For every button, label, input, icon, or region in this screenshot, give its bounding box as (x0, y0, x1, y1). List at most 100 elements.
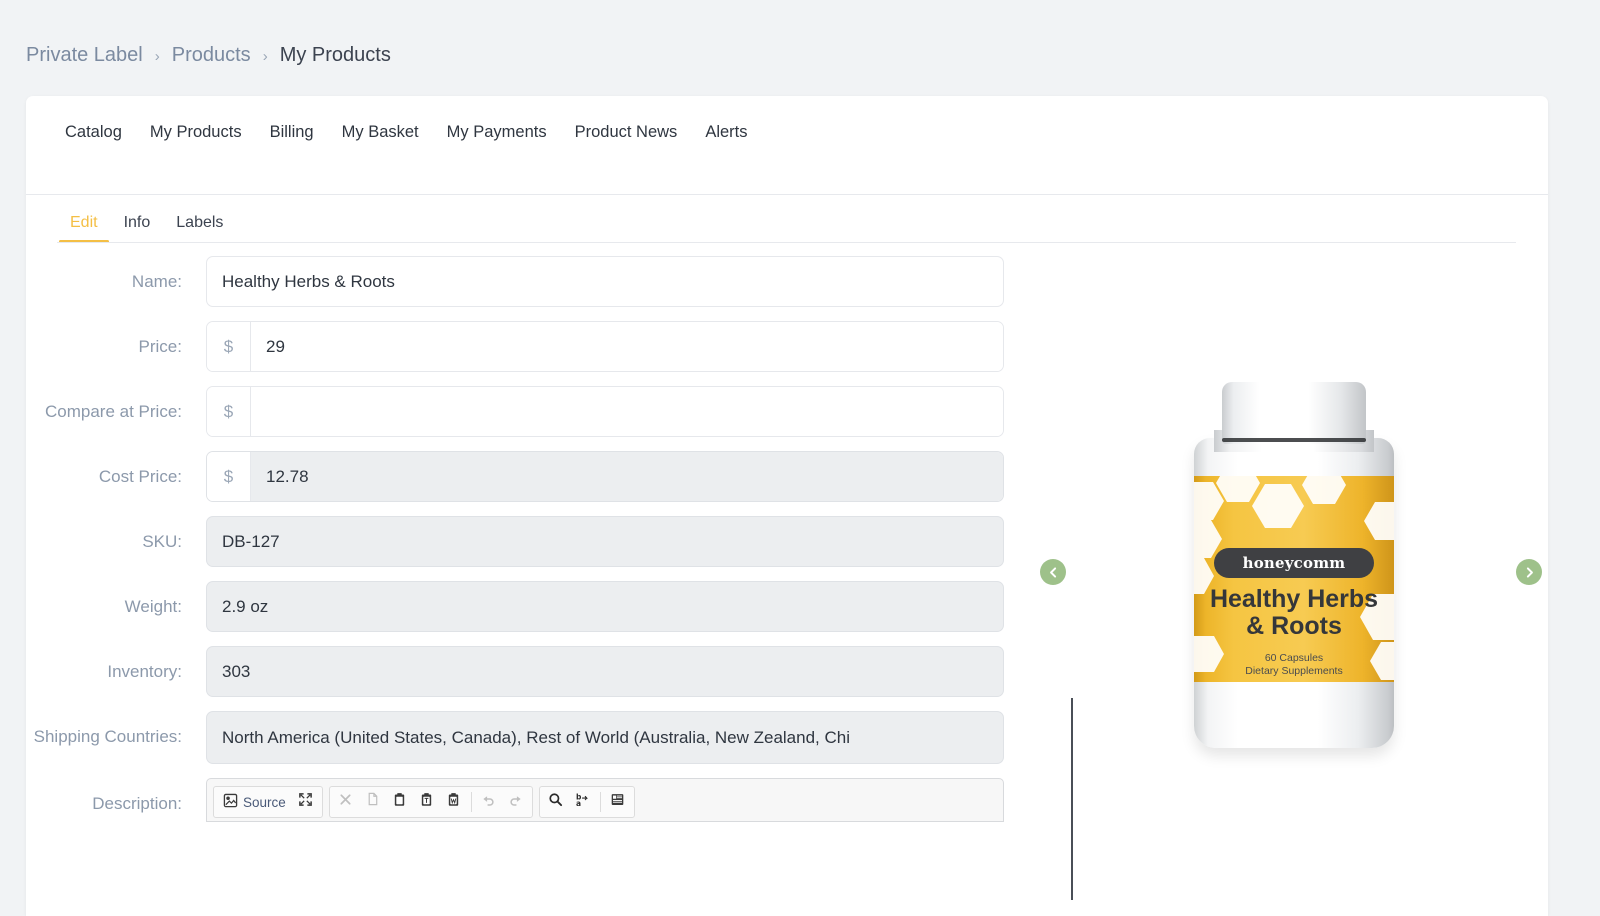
replace-button[interactable]: b a (570, 789, 596, 815)
carousel-next-button[interactable] (1516, 559, 1542, 585)
templates-button[interactable] (605, 789, 631, 815)
templates-icon (610, 792, 625, 812)
currency-prefix: $ (207, 452, 251, 501)
compare-at-price-input-group: $ (206, 386, 1004, 437)
paste-text-button[interactable] (414, 789, 440, 815)
field-row-weight: Weight: (26, 581, 1026, 632)
paste-word-button[interactable] (441, 789, 467, 815)
price-input[interactable] (251, 322, 1003, 371)
field-row-compare-at-price: Compare at Price: $ (26, 386, 1026, 437)
label-cost-price: Cost Price: (98, 467, 182, 486)
inventory-input (206, 646, 1004, 697)
weight-input (206, 581, 1004, 632)
cost-price-input-group: $ (206, 451, 1004, 502)
honeycomb-hex-icon (1252, 484, 1304, 528)
currency-prefix: $ (207, 322, 251, 371)
cut-icon (338, 792, 353, 812)
bottle-label-capsules: 60 Capsules (1264, 652, 1324, 664)
content-card: Catalog My Products Billing My Basket My… (26, 96, 1548, 916)
field-row-shipping-countries: Shipping Countries: (26, 711, 1026, 764)
primary-tab-divider (26, 194, 1548, 195)
maximize-button[interactable] (293, 789, 319, 815)
undo-icon (481, 792, 496, 812)
tab-labels[interactable]: Labels (163, 214, 236, 242)
editor-toolbar: Source b a (213, 786, 997, 818)
editor-toolbar-group-editing: b a (538, 786, 635, 818)
price-input-group: $ (206, 321, 1004, 372)
paste-word-icon (446, 792, 461, 812)
label-name: Name: (131, 272, 182, 291)
toolbar-separator (599, 792, 601, 812)
editor-toolbar-group-clipboard (328, 786, 533, 818)
tab-my-payments[interactable]: My Payments (433, 123, 561, 142)
breadcrumb-item-private-label[interactable]: Private Label (26, 44, 143, 67)
field-row-sku: SKU: (26, 516, 1026, 567)
breadcrumb-item-my-products: My Products (279, 44, 391, 66)
tab-billing[interactable]: Billing (256, 123, 328, 142)
paste-button[interactable] (387, 789, 413, 815)
label-description: Description: (92, 794, 182, 813)
label-price: Price: (138, 337, 182, 356)
secondary-tab-bar: Edit Info Labels (57, 204, 236, 243)
currency-prefix: $ (207, 387, 251, 436)
sku-input (206, 516, 1004, 567)
primary-tab-bar: Catalog My Products Billing My Basket My… (65, 123, 762, 142)
product-image-panel: honeycomm Healthy Herbs & Roots 60 Capsu… (1026, 256, 1548, 816)
label-inventory: Inventory: (107, 662, 182, 681)
cost-price-input (251, 452, 1003, 501)
tab-my-products[interactable]: My Products (136, 123, 256, 142)
field-row-inventory: Inventory: (26, 646, 1026, 697)
name-input[interactable] (206, 256, 1004, 307)
bottle-label: honeycomm Healthy Herbs & Roots 60 Capsu… (1194, 476, 1394, 682)
tab-edit[interactable]: Edit (57, 214, 111, 243)
carousel-prev-button[interactable] (1040, 559, 1066, 585)
source-icon (223, 793, 238, 811)
honeycomb-hex-icon (1302, 476, 1346, 504)
source-button[interactable]: Source (217, 789, 292, 815)
undo-button[interactable] (476, 789, 502, 815)
honeycomb-hex-icon (1364, 502, 1394, 540)
bottle-label-title-line2: & Roots (1246, 612, 1342, 640)
copy-button[interactable] (360, 789, 386, 815)
copy-icon (365, 792, 380, 812)
replace-icon: b a (575, 792, 590, 812)
label-sku: SKU: (142, 532, 182, 551)
bottle-label-title-line1: Healthy Herbs (1209, 585, 1379, 613)
description-rich-text-editor[interactable]: Source b a (206, 778, 1004, 822)
find-button[interactable] (543, 789, 569, 815)
bottle-cap-seam (1222, 438, 1366, 442)
field-row-name: Name: (26, 256, 1026, 307)
svg-text:a: a (576, 799, 581, 807)
brand-name: honeycomm (1242, 554, 1346, 572)
source-button-label: Source (243, 794, 286, 810)
maximize-icon (298, 792, 313, 812)
breadcrumb-separator-icon: › (262, 48, 268, 65)
product-bottle-image: honeycomm Healthy Herbs & Roots 60 Capsu… (1194, 368, 1394, 768)
search-icon (548, 792, 563, 812)
compare-at-price-input[interactable] (251, 387, 1003, 436)
redo-icon (508, 792, 523, 812)
tab-info[interactable]: Info (111, 214, 164, 242)
bottle-cap (1222, 382, 1366, 444)
paste-icon (392, 792, 407, 812)
tab-alerts[interactable]: Alerts (691, 123, 761, 142)
tab-catalog[interactable]: Catalog (65, 123, 136, 142)
label-compare-at-price: Compare at Price: (45, 402, 182, 421)
brand-badge: honeycomm (1214, 548, 1374, 578)
chevron-left-icon (1047, 566, 1060, 579)
bottle-label-title: Healthy Herbs & Roots (1202, 586, 1386, 640)
breadcrumb-item-products[interactable]: Products (172, 44, 251, 67)
shipping-countries-input (206, 711, 1004, 764)
tab-my-basket[interactable]: My Basket (328, 123, 433, 142)
field-row-price: Price: $ (26, 321, 1026, 372)
vertical-divider (1071, 698, 1073, 900)
redo-button[interactable] (503, 789, 529, 815)
cut-button[interactable] (333, 789, 359, 815)
editor-toolbar-group-document: Source (213, 786, 323, 818)
tab-product-news[interactable]: Product News (561, 123, 692, 142)
honeycomb-hex-icon (1216, 476, 1260, 502)
breadcrumb-separator-icon: › (154, 48, 160, 65)
label-weight: Weight: (124, 597, 182, 616)
label-shipping-countries: Shipping Countries: (33, 727, 182, 746)
secondary-tab-divider (57, 242, 1516, 243)
